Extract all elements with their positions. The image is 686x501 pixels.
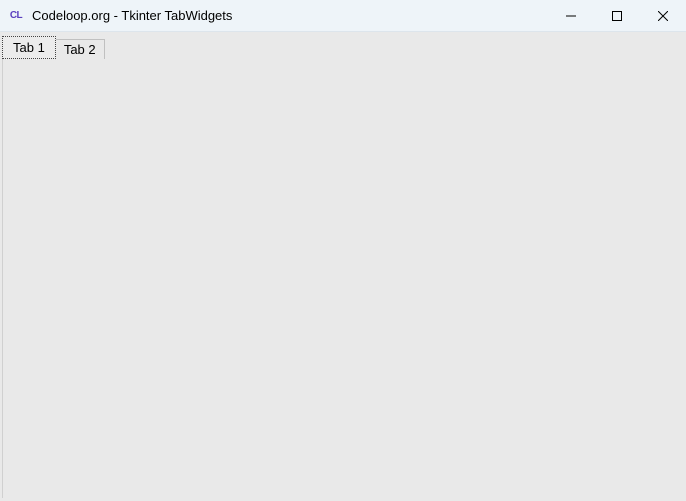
client-area: Tab 1 Tab 2: [0, 32, 686, 501]
minimize-icon: [566, 11, 576, 21]
close-button[interactable]: [640, 0, 686, 31]
minimize-button[interactable]: [548, 0, 594, 31]
tab-content: [2, 59, 684, 498]
maximize-button[interactable]: [594, 0, 640, 31]
titlebar: CL Codeloop.org - Tkinter TabWidgets: [0, 0, 686, 32]
application-window: CL Codeloop.org - Tkinter TabWidgets: [0, 0, 686, 501]
app-icon: CL: [8, 8, 24, 24]
tab-2[interactable]: Tab 2: [56, 39, 105, 59]
window-title: Codeloop.org - Tkinter TabWidgets: [32, 8, 548, 23]
maximize-icon: [612, 11, 622, 21]
tab-strip: Tab 1 Tab 2: [2, 35, 684, 59]
close-icon: [658, 11, 668, 21]
window-controls: [548, 0, 686, 31]
tab-1[interactable]: Tab 1: [2, 36, 56, 59]
